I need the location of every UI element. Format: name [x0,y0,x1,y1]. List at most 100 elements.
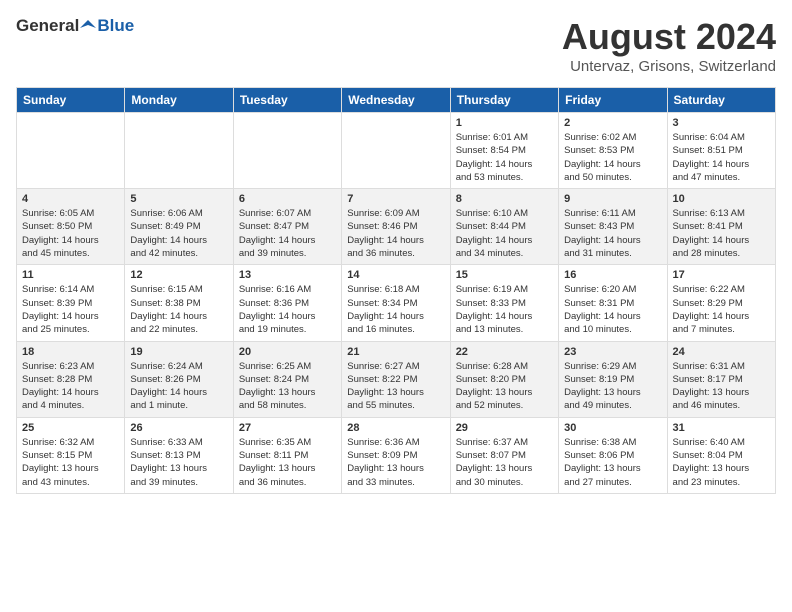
title-area: August 2024 Untervaz, Grisons, Switzerla… [562,16,776,75]
day-header-saturday: Saturday [667,88,775,113]
day-number: 7 [347,193,444,205]
calendar-cell: 27Sunrise: 6:35 AM Sunset: 8:11 PM Dayli… [233,417,341,493]
cell-content: Sunrise: 6:36 AM Sunset: 8:09 PM Dayligh… [347,436,444,489]
calendar-cell: 14 Sunrise: 6:18 AM Sunset: 8:34 PM Dayli… [342,265,450,341]
calendar-cell [17,113,125,189]
calendar-cell: 20Sunrise: 6:25 AM Sunset: 8:24 PM Dayli… [233,341,341,417]
calendar-cell: 29 Sunrise: 6:37 AM Sunset: 8:07 PM Dayli… [450,417,558,493]
day-number: 1 [456,117,553,129]
day-number: 31 [673,422,770,434]
calendar-cell: 15Sunrise: 6:19 AM Sunset: 8:33 PM Dayli… [450,265,558,341]
cell-content: Sunrise: 6:13 AM Sunset: 8:41 PM Dayligh… [673,207,770,260]
calendar-cell: 7 Sunrise: 6:09 AM Sunset: 8:46 PM Daylig… [342,189,450,265]
logo-bird-icon [80,18,96,34]
calendar-cell: 11 Sunrise: 6:14 AM Sunset: 8:39 PM Dayli… [17,265,125,341]
calendar-cell: 25 Sunrise: 6:32 AM Sunset: 8:15 PM Dayli… [17,417,125,493]
week-row-2: 4 Sunrise: 6:05 AM Sunset: 8:50 PM Daylig… [17,189,776,265]
day-number: 14 [347,269,444,281]
day-number: 25 [22,422,119,434]
cell-content: Sunrise: 6:07 AM Sunset: 8:47 PM Dayligh… [239,207,336,260]
calendar-cell [342,113,450,189]
week-row-1: 1 Sunrise: 6:01 AM Sunset: 8:54 PM Daylig… [17,113,776,189]
calendar-cell: 23Sunrise: 6:29 AM Sunset: 8:19 PM Dayli… [559,341,667,417]
cell-content: Sunrise: 6:38 AM Sunset: 8:06 PM Dayligh… [564,436,661,489]
page-header: General Blue August 2024 Untervaz, Griso… [16,16,776,75]
day-header-tuesday: Tuesday [233,88,341,113]
calendar-cell: 22Sunrise: 6:28 AM Sunset: 8:20 PM Dayli… [450,341,558,417]
calendar-cell: 6 Sunrise: 6:07 AM Sunset: 8:47 PM Daylig… [233,189,341,265]
calendar-cell: 26Sunrise: 6:33 AM Sunset: 8:13 PM Dayli… [125,417,233,493]
day-number: 13 [239,269,336,281]
logo: General Blue [16,16,134,36]
day-number: 26 [130,422,227,434]
day-number: 3 [673,117,770,129]
day-number: 12 [130,269,227,281]
day-number: 19 [130,346,227,358]
calendar-table: SundayMondayTuesdayWednesdayThursdayFrid… [16,87,776,494]
cell-content: Sunrise: 6:28 AM Sunset: 8:20 PM Dayligh… [456,360,553,413]
calendar-body: 1 Sunrise: 6:01 AM Sunset: 8:54 PM Daylig… [17,113,776,494]
calendar-cell: 31 Sunrise: 6:40 AM Sunset: 8:04 PM Dayli… [667,417,775,493]
cell-content: Sunrise: 6:15 AM Sunset: 8:38 PM Dayligh… [130,283,227,336]
calendar-cell: 17 Sunrise: 6:22 AM Sunset: 8:29 PM Dayli… [667,265,775,341]
day-number: 15 [456,269,553,281]
day-number: 4 [22,193,119,205]
logo-blue: Blue [97,16,134,36]
day-number: 30 [564,422,661,434]
day-number: 20 [239,346,336,358]
cell-content: Sunrise: 6:40 AM Sunset: 8:04 PM Dayligh… [673,436,770,489]
calendar-cell: 1 Sunrise: 6:01 AM Sunset: 8:54 PM Daylig… [450,113,558,189]
day-number: 8 [456,193,553,205]
calendar-cell: 12 Sunrise: 6:15 AM Sunset: 8:38 PM Dayli… [125,265,233,341]
cell-content: Sunrise: 6:31 AM Sunset: 8:17 PM Dayligh… [673,360,770,413]
day-header-friday: Friday [559,88,667,113]
day-number: 18 [22,346,119,358]
cell-content: Sunrise: 6:37 AM Sunset: 8:07 PM Dayligh… [456,436,553,489]
day-number: 6 [239,193,336,205]
cell-content: Sunrise: 6:04 AM Sunset: 8:51 PM Dayligh… [673,131,770,184]
calendar-cell: 8Sunrise: 6:10 AM Sunset: 8:44 PM Daylig… [450,189,558,265]
day-header-wednesday: Wednesday [342,88,450,113]
calendar-cell: 10Sunrise: 6:13 AM Sunset: 8:41 PM Dayli… [667,189,775,265]
day-number: 5 [130,193,227,205]
day-number: 9 [564,193,661,205]
day-number: 21 [347,346,444,358]
calendar-cell: 21 Sunrise: 6:27 AM Sunset: 8:22 PM Dayli… [342,341,450,417]
day-number: 16 [564,269,661,281]
day-header-thursday: Thursday [450,88,558,113]
cell-content: Sunrise: 6:32 AM Sunset: 8:15 PM Dayligh… [22,436,119,489]
day-header-sunday: Sunday [17,88,125,113]
cell-content: Sunrise: 6:22 AM Sunset: 8:29 PM Dayligh… [673,283,770,336]
cell-content: Sunrise: 6:11 AM Sunset: 8:43 PM Dayligh… [564,207,661,260]
day-number: 11 [22,269,119,281]
cell-content: Sunrise: 6:05 AM Sunset: 8:50 PM Dayligh… [22,207,119,260]
calendar-cell: 9 Sunrise: 6:11 AM Sunset: 8:43 PM Daylig… [559,189,667,265]
day-number: 27 [239,422,336,434]
cell-content: Sunrise: 6:29 AM Sunset: 8:19 PM Dayligh… [564,360,661,413]
cell-content: Sunrise: 6:27 AM Sunset: 8:22 PM Dayligh… [347,360,444,413]
calendar-cell: 16 Sunrise: 6:20 AM Sunset: 8:31 PM Dayli… [559,265,667,341]
cell-content: Sunrise: 6:02 AM Sunset: 8:53 PM Dayligh… [564,131,661,184]
week-row-3: 11 Sunrise: 6:14 AM Sunset: 8:39 PM Dayli… [17,265,776,341]
cell-content: Sunrise: 6:09 AM Sunset: 8:46 PM Dayligh… [347,207,444,260]
day-number: 2 [564,117,661,129]
logo-general: General [16,16,79,36]
cell-content: Sunrise: 6:14 AM Sunset: 8:39 PM Dayligh… [22,283,119,336]
header-row: SundayMondayTuesdayWednesdayThursdayFrid… [17,88,776,113]
calendar-cell: 28Sunrise: 6:36 AM Sunset: 8:09 PM Dayli… [342,417,450,493]
day-number: 29 [456,422,553,434]
cell-content: Sunrise: 6:06 AM Sunset: 8:49 PM Dayligh… [130,207,227,260]
cell-content: Sunrise: 6:18 AM Sunset: 8:34 PM Dayligh… [347,283,444,336]
calendar-cell: 30 Sunrise: 6:38 AM Sunset: 8:06 PM Dayli… [559,417,667,493]
calendar-header: SundayMondayTuesdayWednesdayThursdayFrid… [17,88,776,113]
cell-content: Sunrise: 6:01 AM Sunset: 8:54 PM Dayligh… [456,131,553,184]
calendar-cell: 24 Sunrise: 6:31 AM Sunset: 8:17 PM Dayli… [667,341,775,417]
week-row-4: 18Sunrise: 6:23 AM Sunset: 8:28 PM Dayli… [17,341,776,417]
day-number: 17 [673,269,770,281]
day-number: 24 [673,346,770,358]
logo-text: General Blue [16,16,134,36]
calendar-cell: 19Sunrise: 6:24 AM Sunset: 8:26 PM Dayli… [125,341,233,417]
calendar-cell: 2 Sunrise: 6:02 AM Sunset: 8:53 PM Daylig… [559,113,667,189]
calendar-cell [233,113,341,189]
cell-content: Sunrise: 6:20 AM Sunset: 8:31 PM Dayligh… [564,283,661,336]
